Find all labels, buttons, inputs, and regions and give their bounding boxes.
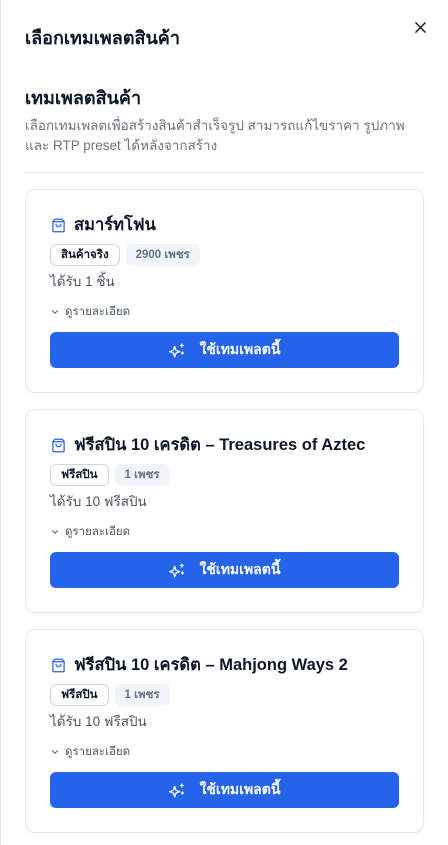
card-title-row: สมาร์ทโฟน <box>50 214 156 236</box>
price-badge: 2900 เพชร <box>125 244 200 266</box>
card-badges: ฟรีสปิน 1 เพชร <box>50 464 170 486</box>
use-template-button[interactable]: ใช้เทมเพลตนี้ <box>50 332 399 368</box>
template-section-header: เทมเพลตสินค้า เลือกเทมเพลตเพื่อสร้างสินค… <box>25 86 424 156</box>
sparkles-icon <box>168 562 184 578</box>
card-reward: ได้รับ 10 ฟรีสปิน <box>50 494 147 509</box>
template-card: ฟรีสปิน 10 เครดิต – Treasures of Aztec ฟ… <box>25 409 424 613</box>
section-description: เลือกเทมเพลตเพื่อสร้างสินค้าสำเร็จรูป สา… <box>25 118 405 153</box>
sparkles-icon <box>168 782 184 798</box>
card-badges: สินค้าจริง 2900 เพชร <box>50 244 200 266</box>
details-toggle[interactable]: ดูรายละเอียด <box>50 743 130 761</box>
card-title: ฟรีสปิน 10 เครดิต – Treasures of Aztec <box>74 436 366 454</box>
type-badge: ฟรีสปิน <box>50 684 109 706</box>
card-title: ฟรีสปิน 10 เครดิต – Mahjong Ways 2 <box>74 656 348 674</box>
type-badge: ฟรีสปิน <box>50 464 109 486</box>
chevron-down-icon <box>52 310 58 314</box>
use-template-label: ใช้เทมเพลตนี้ <box>199 341 281 357</box>
card-title-row: ฟรีสปิน 10 เครดิต – Treasures of Aztec <box>50 434 365 456</box>
use-template-button[interactable]: ใช้เทมเพลตนี้ <box>50 552 399 588</box>
card-badges: ฟรีสปิน 1 เพชร <box>50 684 170 706</box>
card-reward: ได้รับ 10 ฟรีสปิน <box>50 714 147 729</box>
shopping-bag-icon <box>50 217 66 233</box>
chevron-down-icon <box>52 750 58 754</box>
details-label: ดูรายละเอียด <box>65 306 131 318</box>
section-divider <box>25 172 424 173</box>
use-template-button[interactable]: ใช้เทมเพลตนี้ <box>50 772 399 808</box>
dialog-header: เลือกเทมเพลตสินค้า <box>25 21 428 50</box>
template-card: สมาร์ทโฟน สินค้าจริง 2900 เพชร ได้รับ 1 … <box>25 189 424 393</box>
sparkles-icon <box>168 342 184 358</box>
price-badge: 1 เพชร <box>114 464 170 486</box>
close-button[interactable] <box>410 17 430 37</box>
use-template-label: ใช้เทมเพลตนี้ <box>199 561 281 577</box>
details-toggle[interactable]: ดูรายละเอียด <box>50 303 130 321</box>
card-title-row: ฟรีสปิน 10 เครดิต – Mahjong Ways 2 <box>50 654 348 676</box>
template-card: ฟรีสปิน 10 เครดิต – Mahjong Ways 2 ฟรีสป… <box>25 629 424 833</box>
panel-left-border <box>0 0 1 845</box>
use-template-label: ใช้เทมเพลตนี้ <box>199 781 281 797</box>
section-title: เทมเพลตสินค้า <box>25 88 142 108</box>
dialog-title: เลือกเทมเพลตสินค้า <box>25 28 180 48</box>
details-label: ดูรายละเอียด <box>65 526 131 538</box>
chevron-down-icon <box>52 530 58 534</box>
card-reward: ได้รับ 1 ชิ้น <box>50 274 115 289</box>
template-card-list: สมาร์ทโฟน สินค้าจริง 2900 เพชร ได้รับ 1 … <box>25 189 424 845</box>
type-badge: สินค้าจริง <box>50 244 120 266</box>
details-label: ดูรายละเอียด <box>65 746 131 758</box>
card-title: สมาร์ทโฟน <box>74 216 156 234</box>
shopping-bag-icon <box>50 657 66 673</box>
close-icon <box>414 21 426 33</box>
price-badge: 1 เพชร <box>114 684 170 706</box>
shopping-bag-icon <box>50 437 66 453</box>
details-toggle[interactable]: ดูรายละเอียด <box>50 523 130 541</box>
